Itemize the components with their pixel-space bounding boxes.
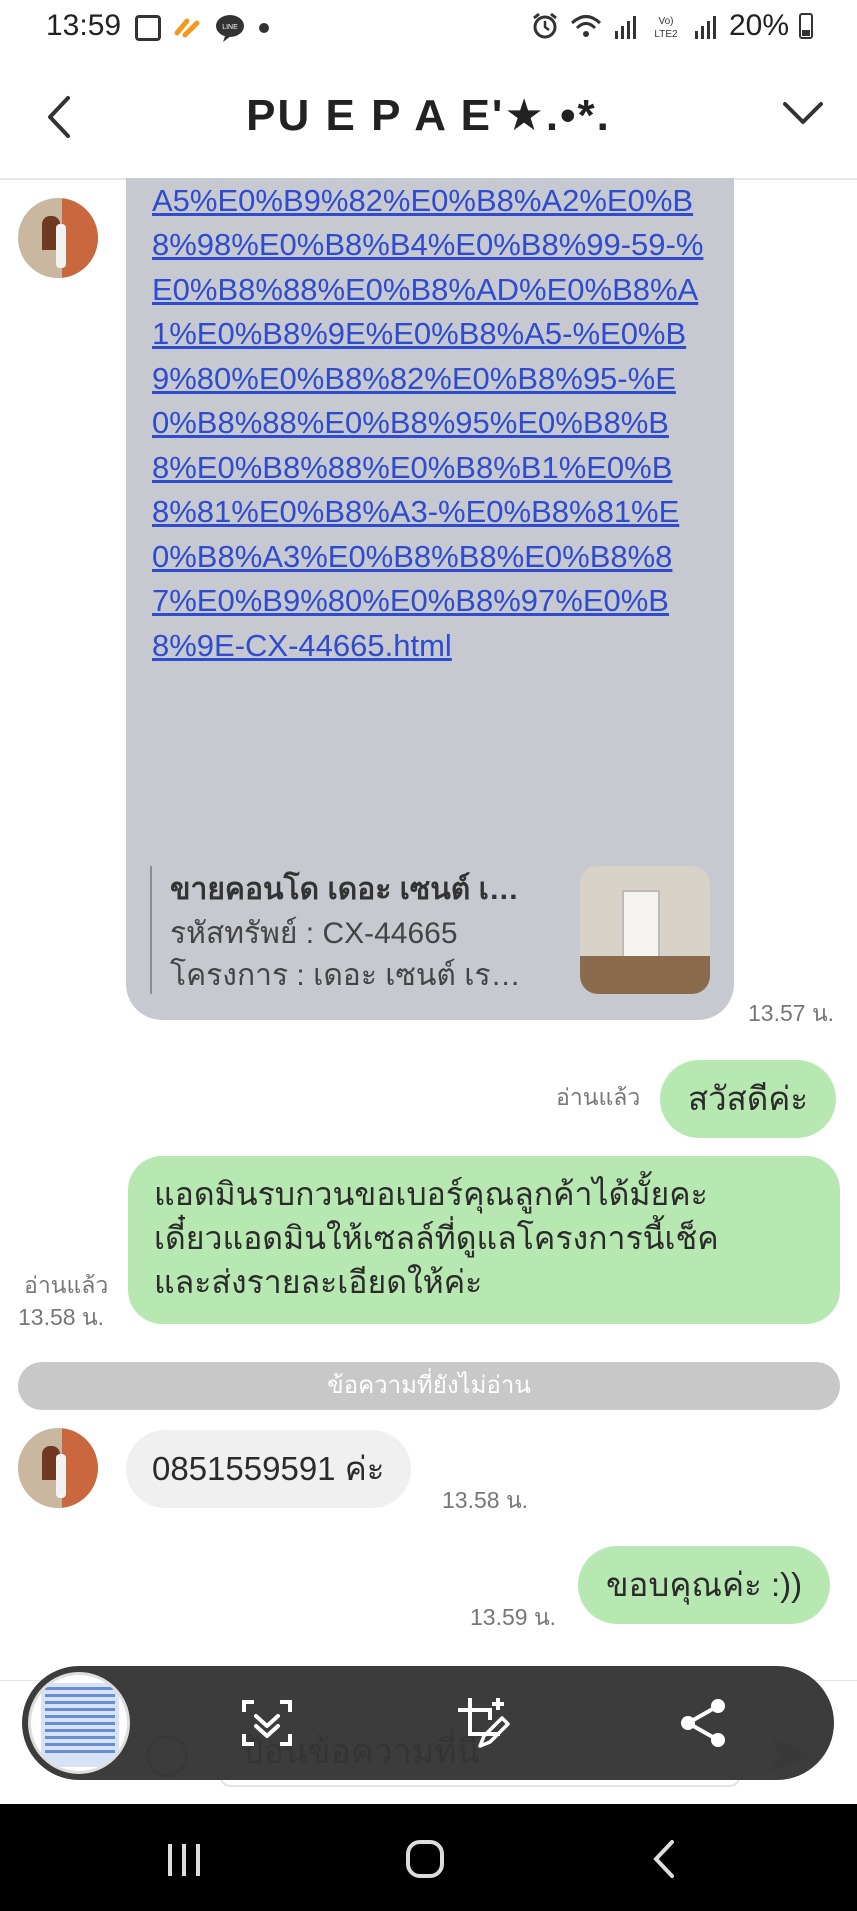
preview-divider <box>150 866 152 994</box>
svg-text:LTE2: LTE2 <box>654 29 678 40</box>
preview-title: ขายคอนโด เดอะ เซนต์ เรซิเดนเซส <box>170 873 530 906</box>
app-icon <box>174 18 200 38</box>
notification-icons: LINE <box>135 14 271 42</box>
message-time: 13.58 น. <box>18 1304 105 1330</box>
line-icon: LINE <box>216 15 244 42</box>
chevron-down-icon[interactable] <box>779 92 827 136</box>
avatar[interactable] <box>18 1428 98 1508</box>
preview-code: รหัสทรัพย์ : CX-44665 <box>170 917 458 950</box>
dot-icon <box>259 23 269 33</box>
signal-icon <box>694 16 716 39</box>
edit-crop-icon[interactable] <box>454 1694 512 1752</box>
home-button[interactable] <box>404 1838 446 1880</box>
link-url[interactable]: %E0%B8%9E%E0%B8%AD%E0%B8%A5%E0%B9%82%E0%… <box>152 178 712 668</box>
preview-thumbnail <box>580 866 710 994</box>
nav-back-button[interactable] <box>650 1838 680 1880</box>
message-line: แอดมินรบกวนขอเบอร์คุณลูกค้าได้มั้ยคะ <box>154 1176 708 1212</box>
message-time: 13.58 น. <box>442 1487 529 1513</box>
link-message-bubble[interactable]: %E0%B8%9E%E0%B8%AD%E0%B8%A5%E0%B9%82%E0%… <box>126 178 734 1020</box>
link-preview-card[interactable]: ขายคอนโด เดอะ เซนต์ เรซิเดนเซส รหัสทรัพย… <box>150 866 710 994</box>
svg-text:LINE: LINE <box>222 24 238 31</box>
battery-percent: 20% <box>728 9 789 42</box>
alarm-icon <box>533 12 557 39</box>
message-line: เดี๋ยวแอดมินให้เซลล์ที่ดูแลโครงการนี้เช็… <box>154 1220 719 1256</box>
message-time: 13.57 น. <box>748 1000 835 1026</box>
read-receipt: อ่านแล้ว <box>556 1084 641 1110</box>
unread-divider: ข้อความที่ยังไม่อ่าน <box>18 1362 840 1410</box>
message-line: และส่งรายละเอียดให้ค่ะ <box>154 1264 483 1300</box>
message-time: 13.59 น. <box>470 1604 557 1630</box>
status-bar: 13:59 LINE Vo) LTE2 20% <box>0 0 857 56</box>
navigation-bar <box>0 1804 857 1911</box>
gallery-icon <box>135 15 161 41</box>
chat-header: PU E P A E'★.•*. <box>0 56 857 180</box>
their-message-bubble[interactable]: 0851559591 ค่ะ <box>126 1430 411 1508</box>
chat-title[interactable]: PU E P A E'★.•*. <box>0 90 857 141</box>
read-receipt: อ่านแล้ว <box>24 1272 109 1298</box>
share-icon[interactable] <box>674 1694 732 1752</box>
avatar[interactable] <box>18 198 98 278</box>
screenshot-thumbnail[interactable] <box>28 1672 130 1774</box>
wifi-icon <box>570 15 601 37</box>
volte-icon: Vo) LTE2 <box>654 16 678 40</box>
my-message-bubble[interactable]: แอดมินรบกวนขอเบอร์คุณลูกค้าได้มั้ยคะ เดี… <box>128 1156 840 1324</box>
my-message-bubble[interactable]: สวัสดีค่ะ <box>660 1060 837 1138</box>
signal-icon <box>614 16 636 39</box>
screenshot-toolbar <box>22 1666 834 1780</box>
battery-icon <box>799 13 813 39</box>
svg-text:Vo): Vo) <box>658 16 673 27</box>
scroll-capture-icon[interactable] <box>238 1694 296 1752</box>
my-message-bubble[interactable]: ขอบคุณค่ะ :)) <box>578 1546 831 1624</box>
preview-project: โครงการ : เดอะ เซนต์ เรซิเดนเซส <box>170 959 530 992</box>
recent-apps-button[interactable] <box>164 1842 204 1878</box>
status-time: 13:59 <box>46 9 122 42</box>
system-icons: Vo) LTE2 20% <box>531 9 813 43</box>
